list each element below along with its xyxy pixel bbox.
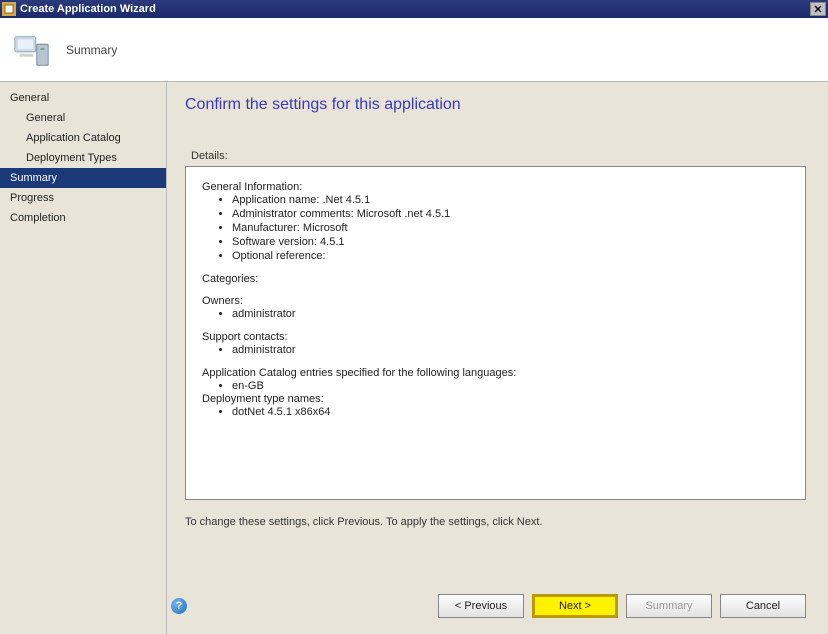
previous-button[interactable]: < Previous	[438, 594, 524, 618]
page-title: Confirm the settings for this applicatio…	[185, 96, 806, 114]
content: Confirm the settings for this applicatio…	[167, 82, 828, 634]
section-support: Support contacts:	[202, 331, 789, 343]
support-list: administrator	[232, 343, 789, 357]
list-item: Manufacturer: Microsoft	[232, 221, 789, 235]
cancel-button[interactable]: Cancel	[720, 594, 806, 618]
help-icon[interactable]: ?	[171, 598, 187, 614]
summary-button: Summary	[626, 594, 712, 618]
main: General General Application Catalog Depl…	[0, 82, 828, 634]
sidebar-item-deployment-types[interactable]: Deployment Types	[0, 148, 166, 168]
sidebar-item-general-sub[interactable]: General	[0, 108, 166, 128]
list-item: en-GB	[232, 379, 789, 393]
window-title: Create Application Wizard	[20, 3, 156, 15]
hint-text: To change these settings, click Previous…	[185, 516, 806, 528]
general-info-list: Application name: .Net 4.5.1 Administrat…	[232, 193, 789, 263]
list-item: Application name: .Net 4.5.1	[232, 193, 789, 207]
header-title: Summary	[66, 43, 117, 57]
deploy-list: dotNet 4.5.1 x86x64	[232, 405, 789, 419]
list-item: administrator	[232, 307, 789, 321]
details-label: Details:	[191, 150, 806, 162]
list-item: Administrator comments: Microsoft .net 4…	[232, 207, 789, 221]
app-icon	[2, 2, 16, 16]
sidebar-item-app-catalog[interactable]: Application Catalog	[0, 128, 166, 148]
section-deploy: Deployment type names:	[202, 393, 789, 405]
sidebar-item-general[interactable]: General	[0, 88, 166, 108]
list-item: administrator	[232, 343, 789, 357]
list-item: Optional reference:	[232, 249, 789, 263]
section-categories: Categories:	[202, 273, 789, 285]
close-button[interactable]: ✕	[810, 2, 826, 16]
section-owners: Owners:	[202, 295, 789, 307]
section-general-info: General Information:	[202, 181, 789, 193]
next-button[interactable]: Next >	[532, 594, 618, 618]
titlebar: Create Application Wizard ✕	[0, 0, 828, 18]
sidebar-item-completion[interactable]: Completion	[0, 208, 166, 228]
list-item: dotNet 4.5.1 x86x64	[232, 405, 789, 419]
sidebar: General General Application Catalog Depl…	[0, 82, 167, 634]
sidebar-item-progress[interactable]: Progress	[0, 188, 166, 208]
details-box: General Information: Application name: .…	[185, 166, 806, 500]
wizard-icon	[12, 30, 52, 70]
list-item: Software version: 4.5.1	[232, 235, 789, 249]
button-row: ? < Previous Next > Summary Cancel	[185, 584, 806, 626]
sidebar-item-summary[interactable]: Summary	[0, 168, 166, 188]
section-catalog: Application Catalog entries specified fo…	[202, 367, 789, 379]
header-band: Summary	[0, 18, 828, 82]
owners-list: administrator	[232, 307, 789, 321]
catalog-list: en-GB	[232, 379, 789, 393]
